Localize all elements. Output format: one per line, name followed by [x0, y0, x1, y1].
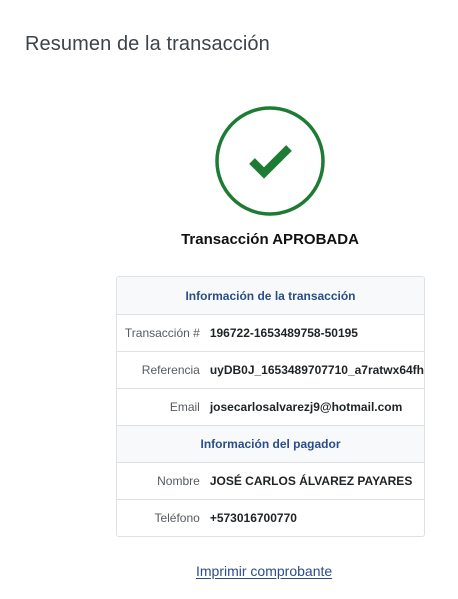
check-circle-icon [215, 106, 325, 216]
section-title: Información del pagador [117, 425, 424, 462]
table-row-phone: Teléfono +573016700770 [117, 499, 424, 536]
table-row-transaction-id: Transacción # 196722-1653489758-50195 [117, 314, 424, 351]
table-row-name: Nombre JOSÉ CARLOS ÁLVAREZ PAYARES [117, 462, 424, 499]
row-value: 196722-1653489758-50195 [209, 314, 424, 351]
row-label: Transacción # [117, 314, 210, 351]
page-title: Resumen de la transacción [25, 33, 270, 55]
section-header-payer: Información del pagador [117, 425, 424, 462]
table-row-reference: Referencia uyDB0J_1653489707710_a7ratwx6… [117, 351, 424, 388]
row-label: Email [117, 388, 210, 425]
row-label: Teléfono [117, 499, 210, 536]
row-value: +573016700770 [209, 499, 424, 536]
table-row-email: Email josecarlosalvarezj9@hotmail.com [117, 388, 424, 425]
row-value: josecarlosalvarezj9@hotmail.com [209, 388, 424, 425]
row-label: Nombre [117, 462, 210, 499]
status-text: Transacción APROBADA [181, 231, 359, 248]
transaction-details-table: Información de la transacción Transacció… [116, 276, 425, 537]
row-value: JOSÉ CARLOS ÁLVAREZ PAYARES [209, 462, 424, 499]
section-title: Información de la transacción [117, 277, 424, 314]
row-label: Referencia [117, 351, 210, 388]
row-value: uyDB0J_1653489707710_a7ratwx64fh [209, 351, 424, 388]
print-receipt-link[interactable]: Imprimir comprobante [196, 563, 332, 579]
section-header-transaction: Información de la transacción [117, 277, 424, 314]
